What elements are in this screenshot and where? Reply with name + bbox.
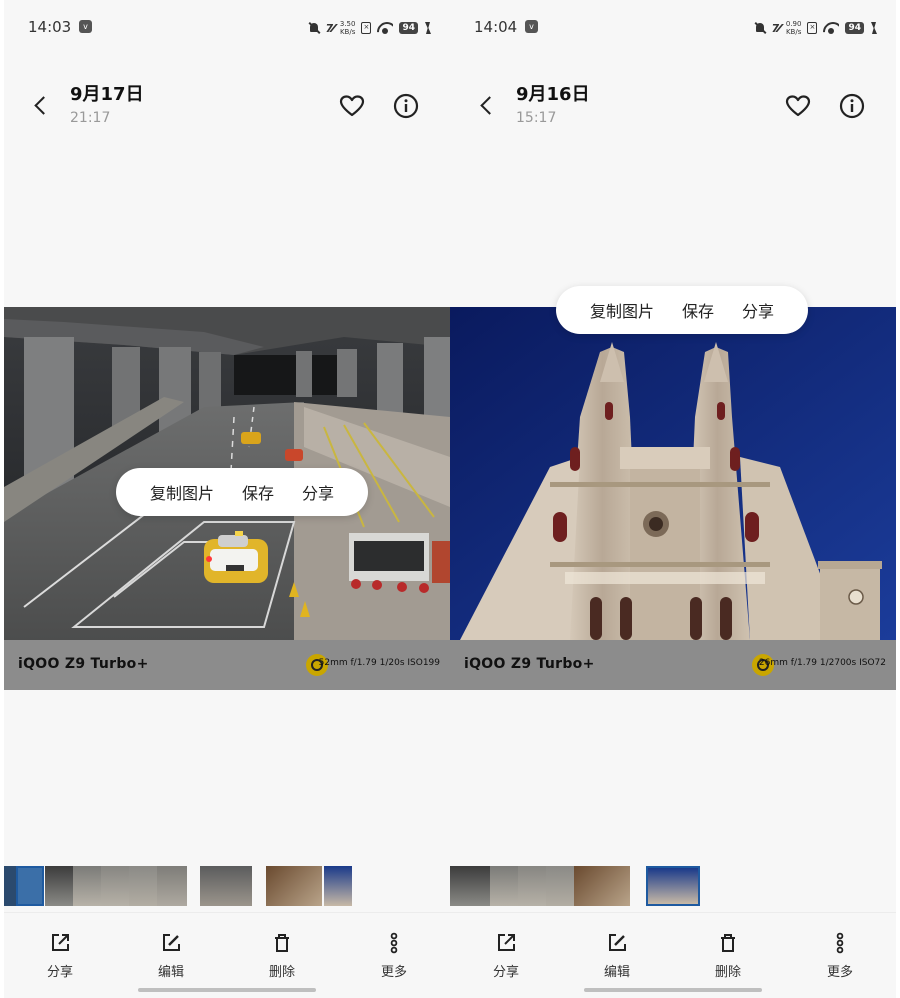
photo-watermark: iQOO Z9 Turbo+ 26mm f/1.79 1/2700s ISO72 — [450, 640, 896, 690]
copy-image-option[interactable]: 复制图片 — [136, 480, 228, 504]
context-menu: 复制图片 保存 分享 — [116, 468, 369, 516]
share-label: 分享 — [46, 965, 73, 980]
share-button[interactable]: 分享 — [30, 931, 90, 980]
status-bar: 14:03 v 7⁄⁄ 3.50 KB/s × 94 — [4, 14, 450, 42]
thumbnail-selected[interactable] — [16, 866, 44, 906]
edit-icon — [163, 934, 180, 951]
thumbnail-strip — [450, 864, 896, 908]
edit-button[interactable]: 编辑 — [141, 931, 201, 980]
thumbnail[interactable] — [45, 866, 73, 906]
sim-icon: × — [807, 22, 818, 34]
thumbnail[interactable] — [490, 866, 518, 906]
battery-icon: 94 — [399, 22, 418, 34]
gallery-viewer-right: 14:04 v 7⁄⁄ 0.90 KB/s × 94 9月16日 15:17 i… — [450, 0, 896, 998]
photo-watermark: iQOO Z9 Turbo+ 52mm f/1.79 1/20s ISO199 — [4, 640, 450, 690]
status-time: 14:03 — [28, 18, 72, 36]
more-button[interactable]: 更多 — [364, 931, 424, 980]
info-icon[interactable] — [838, 92, 866, 120]
wifi-icon — [823, 22, 839, 34]
camera-model: iQOO Z9 Turbo+ — [18, 656, 149, 672]
thumbnail[interactable] — [200, 866, 252, 906]
battery-icon: 94 — [845, 22, 864, 34]
thumbnail[interactable] — [129, 866, 157, 906]
photo-image[interactable] — [450, 307, 896, 640]
more-icon — [390, 932, 398, 954]
thumbnail[interactable] — [4, 866, 16, 906]
photo-time: 15:17 — [516, 110, 557, 126]
camera-model: iQOO Z9 Turbo+ — [464, 656, 595, 672]
delete-icon — [275, 934, 289, 952]
network-speed: 3.50 KB/s — [340, 20, 356, 36]
status-bar: 14:04 v 7⁄⁄ 0.90 KB/s × 94 — [450, 14, 896, 42]
photo-date: 9月17日 — [70, 84, 144, 105]
thumbnail-strip — [4, 864, 450, 908]
delete-label: 删除 — [268, 965, 295, 980]
thumbnail[interactable] — [101, 866, 129, 906]
thumbnail[interactable] — [574, 866, 630, 906]
more-label: 更多 — [826, 965, 853, 980]
thumbnail[interactable] — [518, 866, 546, 906]
thumbnail[interactable] — [266, 866, 322, 906]
context-menu: 复制图片 保存 分享 — [556, 286, 809, 334]
action-bar: 分享 编辑 删除 更多 — [4, 912, 450, 998]
share-option[interactable]: 分享 — [728, 298, 788, 322]
speed-unit: KB/s — [785, 28, 802, 36]
edit-button[interactable]: 编辑 — [587, 931, 647, 980]
exif-params: 52mm f/1.79 1/20s ISO199 — [318, 658, 440, 668]
photo-time: 21:17 — [70, 110, 111, 126]
speed-value: 0.90 — [785, 20, 802, 28]
delete-label: 删除 — [714, 965, 741, 980]
wifi-icon — [377, 22, 393, 34]
notification-icon: v — [79, 20, 92, 33]
signal-icon: 7⁄⁄ — [325, 21, 335, 35]
thumbnail[interactable] — [324, 866, 352, 906]
share-button[interactable]: 分享 — [476, 931, 536, 980]
share-icon — [52, 934, 69, 951]
share-option[interactable]: 分享 — [288, 480, 348, 504]
save-option[interactable]: 保存 — [228, 480, 288, 504]
status-time: 14:04 — [474, 18, 518, 36]
thumbnail-selected[interactable] — [646, 866, 700, 906]
thumbnail[interactable] — [73, 866, 101, 906]
edit-icon — [609, 934, 626, 951]
more-button[interactable]: 更多 — [810, 931, 870, 980]
thumbnail[interactable] — [546, 866, 574, 906]
notification-icon: v — [525, 20, 538, 33]
favorite-icon[interactable] — [338, 92, 366, 120]
delete-button[interactable]: 删除 — [698, 931, 758, 980]
back-icon[interactable] — [32, 96, 50, 114]
photo-date: 9月16日 — [516, 84, 590, 105]
action-bar: 分享 编辑 删除 更多 — [450, 912, 896, 998]
share-label: 分享 — [492, 965, 519, 980]
thumbnail[interactable] — [450, 866, 490, 906]
info-icon[interactable] — [392, 92, 420, 120]
home-indicator[interactable] — [138, 988, 316, 992]
speed-unit: KB/s — [339, 28, 356, 36]
charging-icon — [424, 22, 431, 34]
edit-label: 编辑 — [157, 965, 184, 980]
thumbnail[interactable] — [157, 866, 187, 906]
exif-params: 26mm f/1.79 1/2700s ISO72 — [758, 658, 886, 668]
signal-icon: 7⁄⁄ — [771, 21, 781, 35]
home-indicator[interactable] — [584, 988, 762, 992]
network-speed: 0.90 KB/s — [786, 20, 802, 36]
share-icon — [498, 934, 515, 951]
favorite-icon[interactable] — [784, 92, 812, 120]
edit-label: 编辑 — [603, 965, 630, 980]
more-icon — [836, 932, 844, 954]
delete-button[interactable]: 删除 — [252, 931, 312, 980]
more-label: 更多 — [380, 965, 407, 980]
mute-icon — [754, 22, 766, 35]
charging-icon — [870, 22, 877, 34]
save-option[interactable]: 保存 — [668, 298, 728, 322]
viewer-header: 9月16日 15:17 — [450, 78, 896, 138]
mute-icon — [308, 22, 320, 35]
sim-icon: × — [361, 22, 372, 34]
copy-image-option[interactable]: 复制图片 — [576, 298, 668, 322]
gallery-viewer-left: 14:03 v 7⁄⁄ 3.50 KB/s × 94 9月17日 21:17 i… — [4, 0, 450, 998]
back-icon[interactable] — [478, 96, 496, 114]
delete-icon — [721, 934, 735, 952]
speed-value: 3.50 — [339, 20, 356, 28]
viewer-header: 9月17日 21:17 — [4, 78, 450, 138]
